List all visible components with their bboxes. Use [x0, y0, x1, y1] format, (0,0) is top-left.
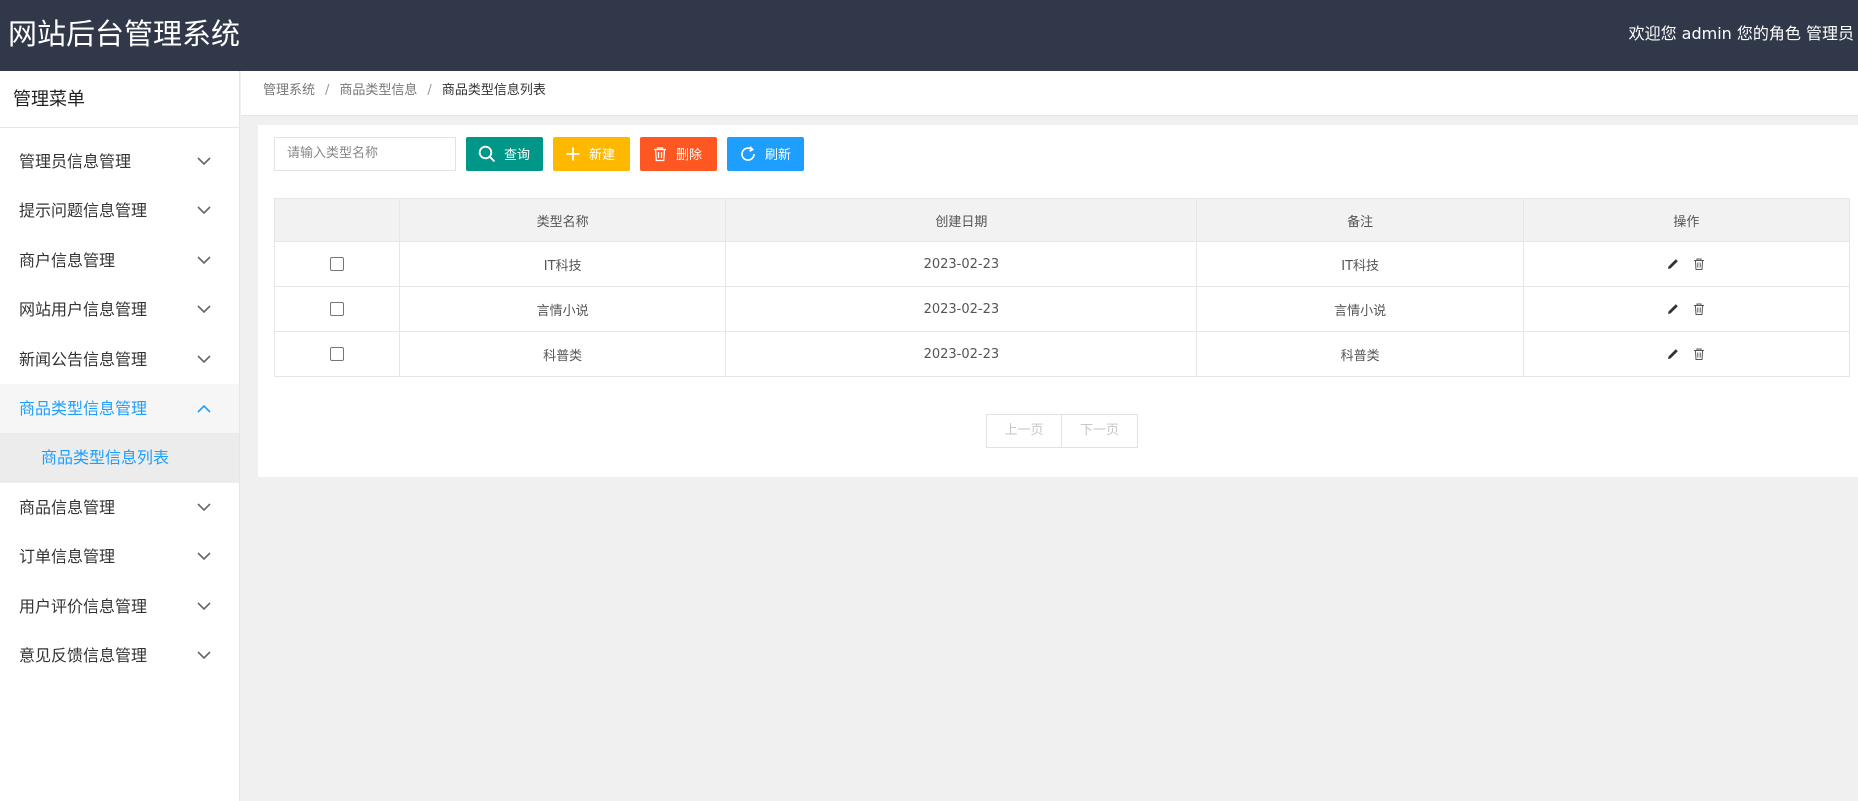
sidebar-item-product-type[interactable]: 商品类型信息管理: [0, 383, 239, 434]
cell-create-date: 2023-02-23: [725, 241, 1198, 287]
row-checkbox-cell: [274, 241, 400, 287]
sidebar-item-admin[interactable]: 管理员信息管理: [0, 137, 239, 186]
sidebar-subitem-product-type-list[interactable]: 商品类型信息列表: [0, 433, 239, 483]
sidebar: 管理菜单 管理员信息管理 提示问题信息管理 商户信息管理 网站用户信息管理 新闻…: [0, 71, 240, 801]
pagination: 上一页 下一页: [986, 414, 1138, 448]
sidebar-item-label: 用户评价信息管理: [19, 596, 148, 616]
edit-pencil-icon[interactable]: [1666, 302, 1680, 316]
breadcrumb: 管理系统 / 商品类型信息 / 商品类型信息列表: [241, 71, 1858, 116]
chevron-down-icon: [197, 532, 211, 581]
cell-actions: [1522, 286, 1851, 332]
sidebar-title: 管理菜单: [0, 71, 239, 128]
row-checkbox-cell: [274, 286, 400, 332]
cell-type-name: 科普类: [398, 331, 727, 377]
edit-pencil-icon[interactable]: [1666, 347, 1680, 361]
sidebar-item-news[interactable]: 新闻公告信息管理: [0, 335, 239, 384]
delete-button-label: 删除: [676, 148, 703, 163]
next-page-button[interactable]: 下一页: [1062, 414, 1138, 448]
chevron-down-icon: [197, 186, 211, 235]
chevron-down-icon: [197, 285, 211, 334]
column-header-remark: 备注: [1196, 198, 1524, 242]
sidebar-item-review[interactable]: 用户评价信息管理: [0, 582, 239, 631]
cell-actions: [1522, 331, 1851, 377]
refresh-icon: [741, 145, 755, 161]
sidebar-item-label: 订单信息管理: [19, 547, 116, 567]
trash-icon: [654, 146, 666, 161]
chevron-down-icon: [197, 631, 211, 680]
sidebar-item-label: 网站用户信息管理: [19, 300, 148, 320]
table-row: 言情小说 2023-02-23 言情小说: [274, 286, 1851, 332]
sidebar-item-label: 商品类型信息管理: [19, 398, 148, 418]
site-title: 网站后台管理系统: [8, 17, 241, 51]
query-button[interactable]: 查询: [466, 136, 543, 171]
refresh-button[interactable]: 刷新: [727, 136, 804, 171]
sidebar-item-label: 商品信息管理: [19, 497, 116, 517]
sidebar-item-label: 新闻公告信息管理: [19, 349, 148, 369]
top-header: 网站后台管理系统 欢迎您 admin 您的角色 管理员: [0, 0, 1858, 71]
cell-remark: 言情小说: [1196, 286, 1524, 332]
breadcrumb-separator: /: [325, 83, 330, 98]
breadcrumb-current: 商品类型信息列表: [441, 83, 546, 98]
sidebar-item-feedback[interactable]: 意见反馈信息管理: [0, 631, 239, 680]
cell-remark: 科普类: [1196, 331, 1524, 377]
column-header-actions: 操作: [1522, 198, 1851, 242]
sidebar-item-hint-question[interactable]: 提示问题信息管理: [0, 186, 239, 235]
product-type-table: 类型名称 创建日期 备注 操作 IT科技 2023-02-23 IT科技 言情小…: [274, 198, 1851, 377]
delete-trash-icon[interactable]: [1692, 302, 1706, 316]
content-panel: 查询 新建 删除 刷新 类型名称 创建日期 备注 操作: [258, 125, 1858, 477]
row-checkbox[interactable]: [330, 347, 344, 361]
row-checkbox[interactable]: [330, 257, 344, 271]
sidebar-item-label: 管理员信息管理: [19, 152, 132, 171]
chevron-up-icon: [197, 384, 211, 433]
toolbar: 查询 新建 删除 刷新: [274, 136, 804, 171]
refresh-button-label: 刷新: [765, 148, 792, 163]
chevron-down-icon: [197, 335, 211, 384]
breadcrumb-item[interactable]: 商品类型信息: [339, 83, 417, 98]
add-button-label: 新建: [589, 148, 616, 163]
sidebar-item-merchant[interactable]: 商户信息管理: [0, 236, 239, 285]
column-header-create-date: 创建日期: [725, 198, 1198, 242]
breadcrumb-separator: /: [427, 83, 432, 98]
delete-button[interactable]: 删除: [640, 136, 717, 171]
plus-icon: [566, 147, 580, 160]
table-row: IT科技 2023-02-23 IT科技: [274, 241, 1851, 287]
table-header-row: 类型名称 创建日期 备注 操作: [274, 198, 1851, 242]
query-button-label: 查询: [504, 148, 531, 163]
cell-create-date: 2023-02-23: [725, 286, 1198, 332]
row-checkbox[interactable]: [330, 302, 344, 316]
cell-actions: [1522, 241, 1851, 287]
chevron-down-icon: [197, 483, 211, 532]
chevron-down-icon: [197, 582, 211, 631]
sidebar-item-label: 意见反馈信息管理: [19, 645, 148, 665]
add-button[interactable]: 新建: [553, 136, 630, 171]
edit-pencil-icon[interactable]: [1666, 257, 1680, 271]
sidebar-item-label: 商户信息管理: [19, 250, 116, 270]
search-input[interactable]: [274, 136, 456, 171]
sidebar-menu: 管理员信息管理 提示问题信息管理 商户信息管理 网站用户信息管理 新闻公告信息管…: [0, 137, 239, 680]
cell-remark: IT科技: [1196, 241, 1524, 287]
cell-type-name: 言情小说: [398, 286, 727, 332]
table-row: 科普类 2023-02-23 科普类: [274, 331, 1851, 377]
prev-page-button[interactable]: 上一页: [986, 414, 1062, 448]
search-icon: [478, 145, 496, 162]
delete-trash-icon[interactable]: [1692, 347, 1706, 361]
chevron-down-icon: [197, 236, 211, 285]
delete-trash-icon[interactable]: [1692, 257, 1706, 271]
breadcrumb-item[interactable]: 管理系统: [263, 83, 315, 98]
sidebar-item-site-user[interactable]: 网站用户信息管理: [0, 285, 239, 334]
sidebar-item-product[interactable]: 商品信息管理: [0, 483, 239, 532]
sidebar-item-order[interactable]: 订单信息管理: [0, 532, 239, 581]
chevron-down-icon: [197, 137, 211, 186]
cell-type-name: IT科技: [398, 241, 727, 287]
row-checkbox-cell: [274, 331, 400, 377]
column-header-type-name: 类型名称: [398, 198, 727, 242]
header-checkbox-cell: [274, 198, 400, 242]
sidebar-item-label: 提示问题信息管理: [19, 201, 148, 221]
cell-create-date: 2023-02-23: [725, 331, 1198, 377]
user-info: 欢迎您 admin 您的角色 管理员: [1628, 24, 1854, 43]
